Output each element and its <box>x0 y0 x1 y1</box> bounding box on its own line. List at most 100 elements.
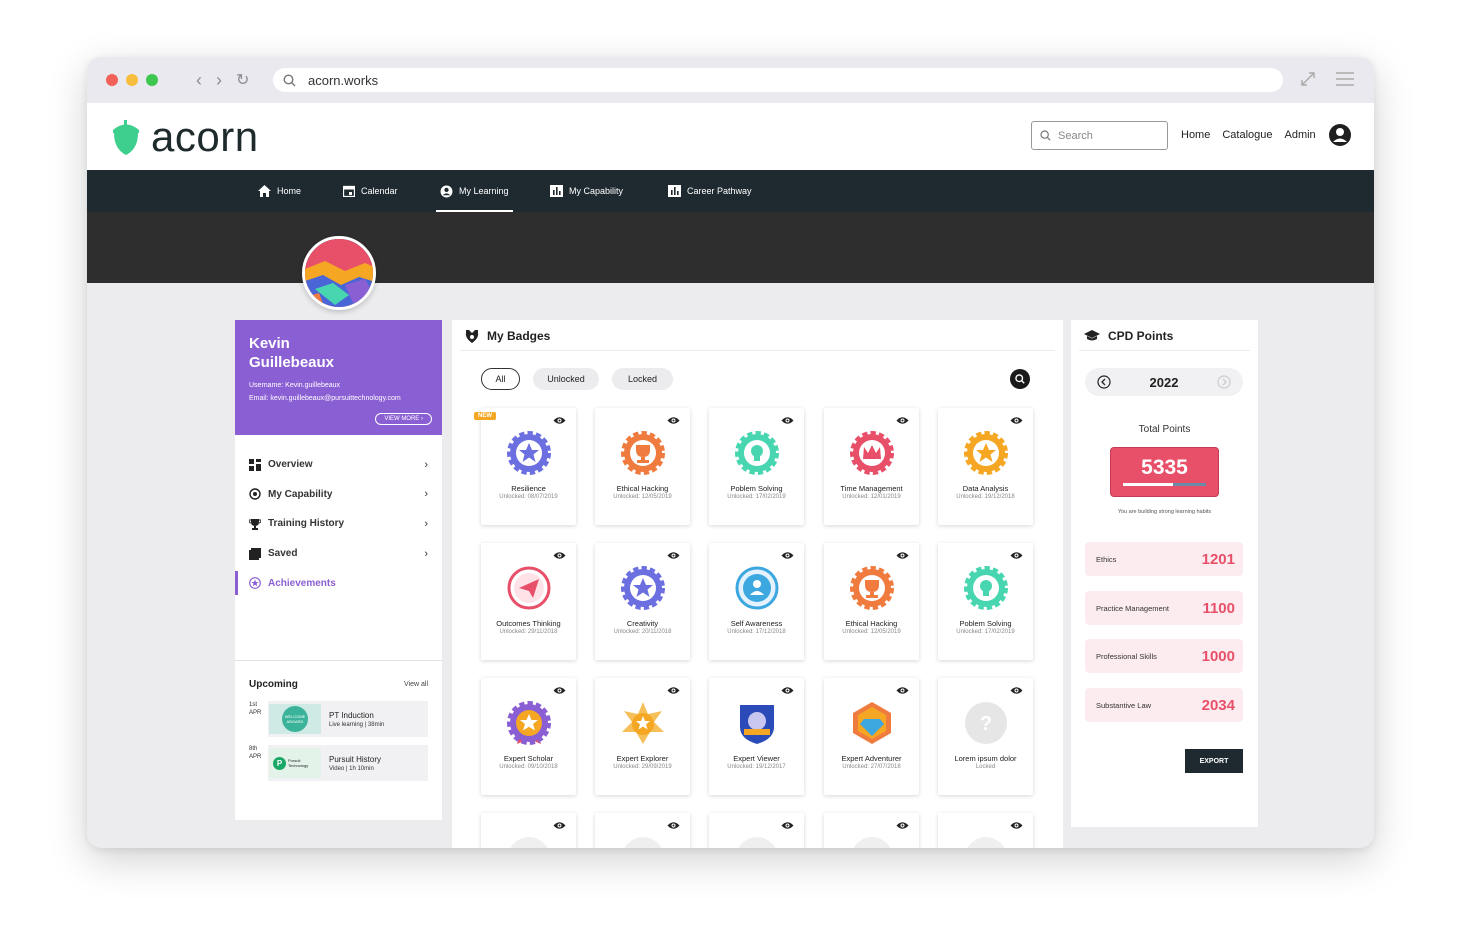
badge-card[interactable]: Expert Adventurer Unlocked: 27/07/2018 <box>824 678 919 795</box>
badge-art-icon <box>967 837 1005 848</box>
header-search-input[interactable]: Search <box>1031 121 1168 150</box>
badge-search-button[interactable] <box>1010 369 1030 389</box>
nav-my-learning[interactable]: My Learning <box>436 170 513 212</box>
header-link-catalogue[interactable]: Catalogue <box>1222 129 1272 141</box>
eye-icon[interactable] <box>1010 817 1023 835</box>
eye-icon[interactable] <box>1010 682 1023 700</box>
user-account-icon[interactable] <box>1328 123 1352 147</box>
badge-card[interactable] <box>595 813 690 848</box>
side-menu: Overview › My Capability › Training Hist… <box>235 435 442 660</box>
badge-art-icon <box>621 431 665 475</box>
forward-icon[interactable]: › <box>216 70 222 91</box>
badge-name: Expert Adventurer <box>841 754 902 763</box>
eye-icon[interactable] <box>553 682 566 700</box>
view-more-button[interactable]: VIEW MORE › <box>375 413 432 425</box>
chevron-right-icon: › <box>424 458 428 471</box>
eye-icon[interactable] <box>667 817 680 835</box>
upcoming-thumbnail: P Pursuit Technology <box>269 748 321 778</box>
upcoming-item[interactable]: 1st APR WELCOME ABOARD PT Induction Live l… <box>249 701 428 737</box>
eye-icon[interactable] <box>553 547 566 565</box>
badge-art-icon <box>622 702 664 744</box>
acorn-logo[interactable]: acorn <box>109 113 259 161</box>
nav-career-pathway[interactable]: Career Pathway <box>668 170 752 212</box>
sidebar-item-training-history[interactable]: Training History › <box>235 509 442 539</box>
eye-icon <box>667 687 680 694</box>
eye-icon[interactable] <box>896 817 909 835</box>
badge-card[interactable]: ? Lorem ipsum dolor Locked <box>938 678 1033 795</box>
filter-unlocked[interactable]: Unlocked <box>533 368 599 390</box>
eye-icon[interactable] <box>896 412 909 430</box>
badge-card[interactable]: Ethical Hacking Unlocked: 12/05/2019 <box>595 408 690 525</box>
badge-card[interactable] <box>481 813 576 848</box>
badge-date: Unlocked: 08/07/2019 <box>499 494 558 500</box>
badge-card[interactable]: Outcomes Thinking Unlocked: 29/11/2018 <box>481 543 576 660</box>
eye-icon <box>553 822 566 829</box>
expand-icon[interactable] <box>1300 71 1316 87</box>
eye-icon[interactable] <box>667 547 680 565</box>
sidebar-item-achievements[interactable]: Achievements <box>235 568 442 598</box>
badge-card[interactable]: Data Analysis Unlocked: 19/12/2018 <box>938 408 1033 525</box>
back-icon[interactable]: ‹ <box>196 70 202 91</box>
sidebar-item-my-capability[interactable]: My Capability › <box>235 480 442 510</box>
eye-icon[interactable] <box>781 547 794 565</box>
header-link-admin[interactable]: Admin <box>1285 129 1316 141</box>
calendar-icon <box>343 185 355 197</box>
maximize-dot[interactable] <box>146 74 158 86</box>
badge-card[interactable]: Expert Viewer Unlocked: 19/12/2017 <box>709 678 804 795</box>
eye-icon[interactable] <box>781 412 794 430</box>
eye-icon[interactable] <box>1010 412 1023 430</box>
nav-my-capability[interactable]: My Capability <box>550 170 623 212</box>
eye-icon[interactable] <box>553 817 566 835</box>
nav-home[interactable]: Home <box>258 170 301 212</box>
badge-name: Resilience <box>511 484 546 493</box>
eye-icon[interactable] <box>667 682 680 700</box>
eye-icon[interactable] <box>896 547 909 565</box>
new-tag: NEW <box>474 412 496 420</box>
bar-chart-icon <box>668 185 681 197</box>
address-bar[interactable]: acorn.works <box>273 68 1283 92</box>
chevron-left-icon[interactable] <box>1097 375 1111 389</box>
close-dot[interactable] <box>106 74 118 86</box>
eye-icon[interactable] <box>781 817 794 835</box>
header-link-home[interactable]: Home <box>1181 129 1210 141</box>
cpd-category-row: Practice Management 1100 <box>1085 591 1243 625</box>
upcoming-item[interactable]: 8th APR P Pursuit Technology Pursuit Hist… <box>249 745 428 781</box>
badge-card[interactable] <box>709 813 804 848</box>
badge-card[interactable]: Ethical Hacking Unlocked: 12/05/2019 <box>824 543 919 660</box>
sidebar-item-label: Achievements <box>268 577 336 589</box>
filter-all[interactable]: All <box>481 368 520 390</box>
upcoming-panel: Upcoming View all 1st APR WELCOME ABOARD … <box>235 660 442 820</box>
badge-card[interactable] <box>824 813 919 848</box>
nav-calendar[interactable]: Calendar <box>343 170 398 212</box>
badge-card[interactable]: Poblem Solving Unlocked: 17/02/2019 <box>709 408 804 525</box>
eye-icon[interactable] <box>781 682 794 700</box>
badge-card[interactable]: Poblem Solving Unlocked: 17/02/2019 <box>938 543 1033 660</box>
badge-card[interactable] <box>938 813 1033 848</box>
badge-card[interactable]: NEW Resilience Unlocked: 08/07/2019 <box>474 408 576 525</box>
upcoming-item-title: Pursuit History <box>329 754 382 764</box>
eye-icon <box>667 552 680 559</box>
sidebar-item-overview[interactable]: Overview › <box>235 450 442 480</box>
export-button[interactable]: EXPORT <box>1185 749 1243 773</box>
avatar[interactable] <box>302 236 376 310</box>
badge-card[interactable]: Time Management Unlocked: 12/01/2019 <box>824 408 919 525</box>
eye-icon[interactable] <box>896 682 909 700</box>
menu-icon[interactable] <box>1336 72 1354 86</box>
eye-icon[interactable] <box>1010 547 1023 565</box>
chevron-right-icon[interactable] <box>1217 375 1231 389</box>
badge-art-icon <box>621 566 665 610</box>
eye-icon[interactable] <box>667 412 680 430</box>
badge-card[interactable]: Expert Scholar Unlocked: 09/10/2018 <box>481 678 576 795</box>
badge-card[interactable]: Self Awareness Unlocked: 17/12/2018 <box>709 543 804 660</box>
badge-card[interactable]: Creativity Unlocked: 20/11/2018 <box>595 543 690 660</box>
minimize-dot[interactable] <box>126 74 138 86</box>
badge-card[interactable]: Expert Explorer Unlocked: 29/09/2019 <box>595 678 690 795</box>
eye-icon[interactable] <box>553 412 566 430</box>
sidebar-item-saved[interactable]: Saved › <box>235 539 442 569</box>
reload-icon[interactable]: ↻ <box>236 70 249 90</box>
view-all-link[interactable]: View all <box>404 681 428 688</box>
filter-locked[interactable]: Locked <box>612 368 673 390</box>
eye-icon <box>1010 822 1023 829</box>
search-icon <box>283 73 296 86</box>
search-icon <box>1015 374 1025 384</box>
